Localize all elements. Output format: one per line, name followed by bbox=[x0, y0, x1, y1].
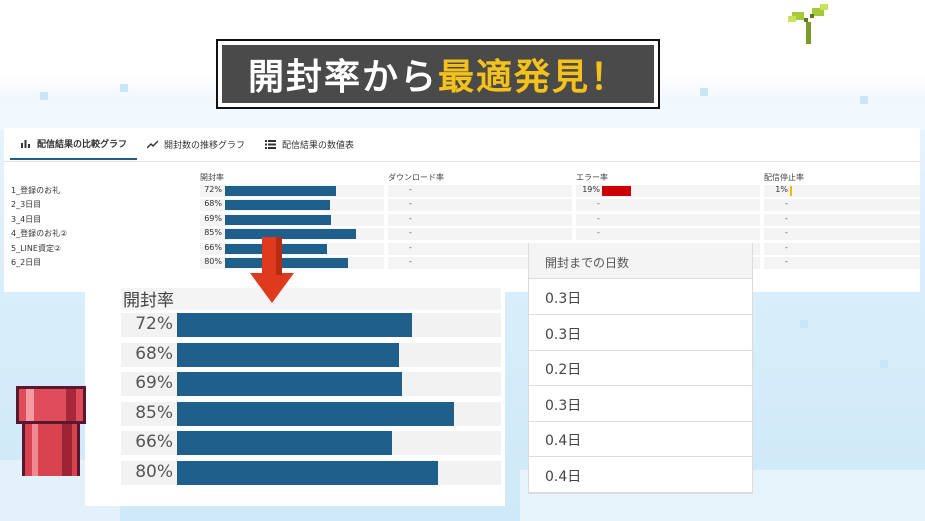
zoom-row-bar bbox=[177, 313, 412, 337]
row-label: 6_2日目 bbox=[11, 258, 42, 267]
sprout-icon bbox=[788, 4, 828, 44]
title-banner-inner: 開封率から 最適発見！ bbox=[222, 45, 654, 103]
download-rate-value: - bbox=[409, 257, 412, 266]
stop-rate-bar bbox=[790, 186, 792, 196]
days-table-row: 0.4日 bbox=[529, 457, 752, 493]
days-to-open-table: 開封までの日数 0.3日 0.3日 0.2日 0.3日 0.4日 0.4日 bbox=[528, 243, 753, 494]
tab-label: 配信結果の数値表 bbox=[282, 140, 355, 151]
days-table-header-label: 開封までの日数 bbox=[545, 256, 630, 270]
error-rate-cell bbox=[576, 199, 760, 212]
stop-rate-value: - bbox=[785, 213, 788, 223]
open-rate-pct: 68% bbox=[204, 199, 222, 209]
download-rate-value: - bbox=[409, 242, 412, 252]
open-rate-pct: 85% bbox=[204, 228, 222, 238]
stop-rate-value: - bbox=[785, 242, 788, 252]
open-rate-pct: 72% bbox=[204, 185, 222, 194]
zoom-title: 開封率 bbox=[123, 291, 174, 311]
stop-rate-pct: 1% bbox=[775, 185, 788, 194]
error-rate-value: - bbox=[597, 228, 600, 238]
error-rate-bar bbox=[602, 186, 632, 196]
download-rate-cell bbox=[388, 185, 572, 197]
tab-open-trend-chart[interactable]: 開封数の推移グラフ bbox=[137, 128, 255, 160]
open-rate-pct: 66% bbox=[204, 242, 222, 252]
days-value: 0.3日 bbox=[545, 326, 582, 343]
open-rate-pct: 80% bbox=[204, 257, 222, 266]
open-rate-zoom-panel: 開封率 72% 68% 69% 85% 66% 80% bbox=[85, 280, 505, 506]
download-rate-value: - bbox=[409, 228, 412, 238]
report-panel: 配信結果の比較グラフ 開封数の推移グラフ 配信結果の数値表 開封率 ダウンロード… bbox=[4, 128, 920, 292]
open-rate-bar bbox=[225, 186, 336, 196]
stop-rate-value: - bbox=[785, 199, 788, 209]
days-table-row: 0.3日 bbox=[529, 315, 752, 351]
row-label: 2_3日目 bbox=[11, 200, 42, 210]
bar-chart-icon bbox=[21, 139, 30, 148]
row-label: 5_LINE資定② bbox=[11, 243, 62, 253]
tab-numbers-table[interactable]: 配信結果の数値表 bbox=[255, 128, 364, 160]
col-header-download-rate: ダウンロード率 bbox=[388, 173, 444, 182]
pipe-icon bbox=[16, 386, 86, 476]
download-rate-cell bbox=[388, 228, 572, 241]
row-label: 4_登録のお礼② bbox=[11, 229, 68, 239]
cloud-pixel bbox=[700, 88, 708, 96]
zoom-row-pct: 85% bbox=[135, 402, 173, 423]
days-table-row: 0.2日 bbox=[529, 350, 752, 387]
col-header-error-rate: エラー率 bbox=[576, 173, 608, 182]
zoom-row-pct: 69% bbox=[135, 373, 173, 394]
days-value: 0.4日 bbox=[545, 469, 582, 485]
zoom-row-pct: 66% bbox=[135, 432, 173, 453]
zoom-row-bar bbox=[177, 431, 393, 456]
banner-text-white: 開封率から bbox=[247, 57, 438, 98]
error-rate-pct: 19% bbox=[582, 185, 600, 194]
title-banner: 開封率から 最適発見！ bbox=[216, 39, 660, 109]
cloud-pixel bbox=[120, 84, 128, 92]
open-rate-bar bbox=[225, 200, 330, 211]
download-rate-value: - bbox=[409, 213, 412, 223]
open-rate-bar bbox=[225, 214, 332, 225]
download-rate-value: - bbox=[409, 199, 412, 209]
row-label: 1_登録のお礼 bbox=[11, 186, 61, 195]
banner-text-yellow: 最適発見！ bbox=[438, 57, 629, 98]
col-header-open-rate: 開封率 bbox=[200, 173, 224, 182]
zoom-row-pct: 80% bbox=[135, 462, 173, 482]
zoom-row-bar bbox=[177, 461, 438, 485]
down-arrow-icon bbox=[250, 237, 294, 303]
cloud-pixel bbox=[800, 320, 808, 328]
cloud-pixel bbox=[40, 92, 48, 100]
table-icon bbox=[265, 139, 277, 149]
days-value: 0.3日 bbox=[545, 397, 582, 414]
open-rate-pct: 69% bbox=[204, 213, 222, 223]
row-label: 3_4日目 bbox=[11, 214, 42, 224]
zoom-row-bar bbox=[177, 401, 455, 426]
days-table-row: 0.3日 bbox=[529, 386, 752, 422]
zoom-row-pct: 72% bbox=[135, 314, 173, 334]
days-table-header: 開封までの日数 bbox=[529, 243, 752, 279]
zoom-row-pct: 68% bbox=[135, 343, 173, 364]
days-table-row: 0.3日 bbox=[529, 279, 752, 315]
zoom-row-bar bbox=[177, 372, 402, 397]
error-rate-value: - bbox=[597, 199, 600, 209]
cloud-pixel bbox=[860, 96, 868, 104]
tab-label: 開封数の推移グラフ bbox=[164, 140, 246, 151]
days-table-row: 0.4日 bbox=[529, 421, 752, 458]
cloud-pixel bbox=[880, 360, 888, 368]
col-header-stop-rate: 配信停止率 bbox=[764, 173, 804, 182]
zoom-row-bar bbox=[177, 342, 399, 367]
error-rate-cell bbox=[576, 228, 760, 241]
download-rate-value: - bbox=[409, 185, 412, 194]
tab-label: 配信結果の比較グラフ bbox=[37, 139, 128, 150]
download-rate-cell bbox=[388, 199, 572, 212]
stop-rate-value: - bbox=[785, 228, 788, 238]
days-value: 0.3日 bbox=[545, 291, 582, 307]
tab-bar: 配信結果の比較グラフ 開封数の推移グラフ 配信結果の数値表 bbox=[10, 128, 364, 160]
days-value: 0.4日 bbox=[545, 433, 582, 450]
stop-rate-value: - bbox=[785, 257, 788, 266]
line-chart-icon bbox=[147, 140, 159, 148]
download-rate-cell bbox=[388, 213, 572, 226]
days-value: 0.2日 bbox=[545, 362, 582, 379]
tab-divider bbox=[4, 161, 920, 162]
error-rate-value: - bbox=[597, 213, 600, 223]
tab-comparison-chart[interactable]: 配信結果の比較グラフ bbox=[10, 128, 138, 160]
zoom-header-bg bbox=[121, 288, 501, 310]
error-rate-cell bbox=[576, 213, 760, 226]
